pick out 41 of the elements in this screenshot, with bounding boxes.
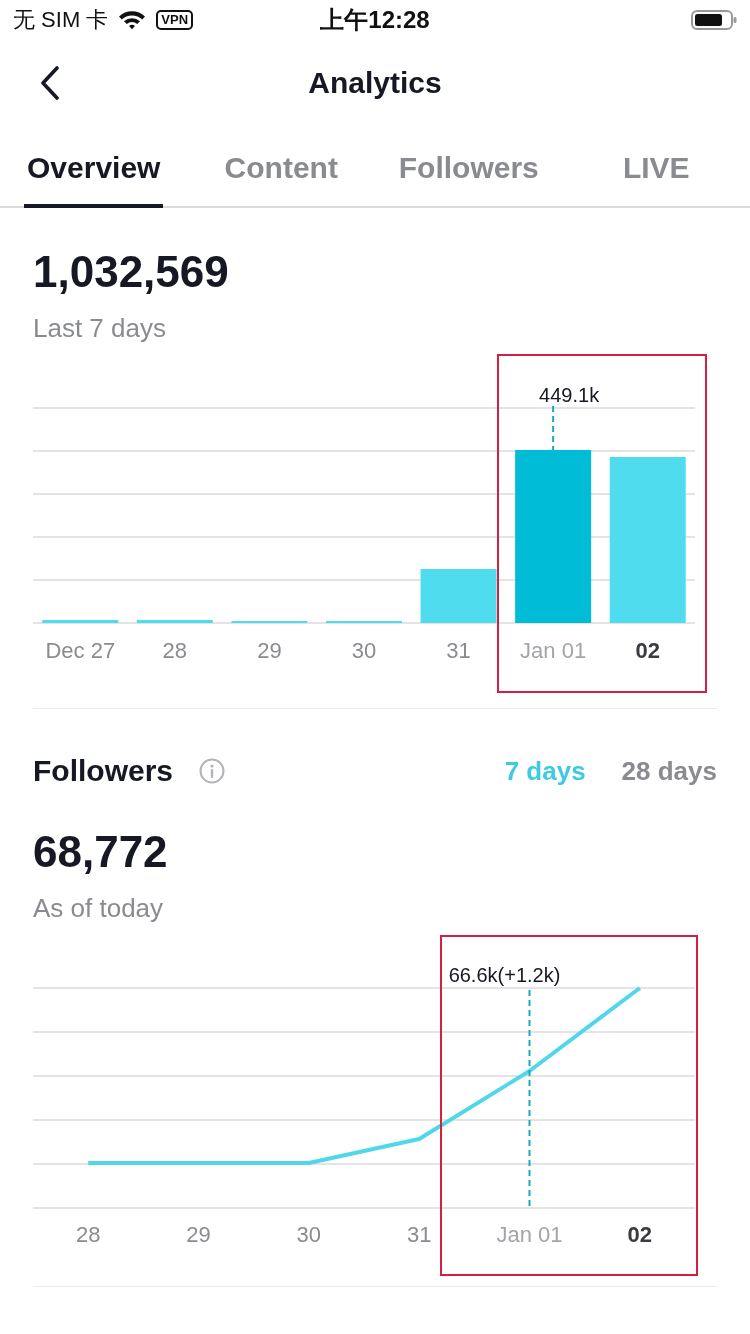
info-button[interactable] — [199, 758, 226, 784]
tab[interactable]: Overview — [24, 150, 164, 208]
axis-label: 31 — [446, 637, 471, 665]
value-label: 449.1k — [539, 384, 600, 406]
axis-label: 02 — [635, 637, 660, 665]
period-caption: Last 7 days — [33, 312, 166, 344]
views-total: 1,032,569 — [33, 246, 229, 298]
followers-total: 68,772 — [33, 826, 168, 878]
section-title: Followers — [33, 754, 174, 788]
vpn-badge: VPN — [156, 10, 194, 30]
marker-line — [552, 405, 555, 451]
axis-label: 30 — [351, 637, 377, 665]
battery-icon — [691, 10, 737, 30]
chart-bar[interactable] — [420, 569, 497, 623]
wifi-icon — [118, 10, 147, 30]
axis-label: 02 — [627, 1221, 653, 1249]
chart-bar[interactable] — [515, 450, 592, 623]
axis-label: 31 — [406, 1221, 432, 1249]
axis-label: 28 — [75, 1221, 101, 1249]
axis-label: Jan 01 — [520, 637, 587, 665]
info-icon — [199, 758, 226, 784]
chevron-left-icon — [40, 66, 60, 100]
axis-label: Jan 01 — [496, 1221, 563, 1249]
chart-bar[interactable] — [42, 620, 119, 623]
tab[interactable]: Followers — [395, 150, 542, 208]
carrier-name: 无 SIM 卡 — [13, 6, 109, 34]
value-label: 66.6k(+1.2k) — [448, 964, 561, 986]
axis-label: Dec 27 — [45, 637, 116, 665]
chart-bar[interactable] — [136, 620, 213, 623]
period-toggle[interactable]: 28 days — [621, 755, 717, 787]
axis-label: 30 — [296, 1221, 322, 1249]
period-toggle[interactable]: 7 days — [504, 755, 586, 787]
status-time: 上午12:28 — [320, 5, 430, 35]
tab[interactable]: Content — [221, 150, 341, 208]
axis-label: 28 — [162, 637, 188, 665]
axis-label: 29 — [186, 1221, 211, 1249]
axis-label: 29 — [257, 637, 282, 665]
total-caption: As of today — [33, 892, 164, 924]
chart-bar[interactable] — [609, 457, 686, 623]
page-title: Analytics — [308, 66, 442, 100]
tab[interactable]: LIVE — [619, 150, 693, 208]
